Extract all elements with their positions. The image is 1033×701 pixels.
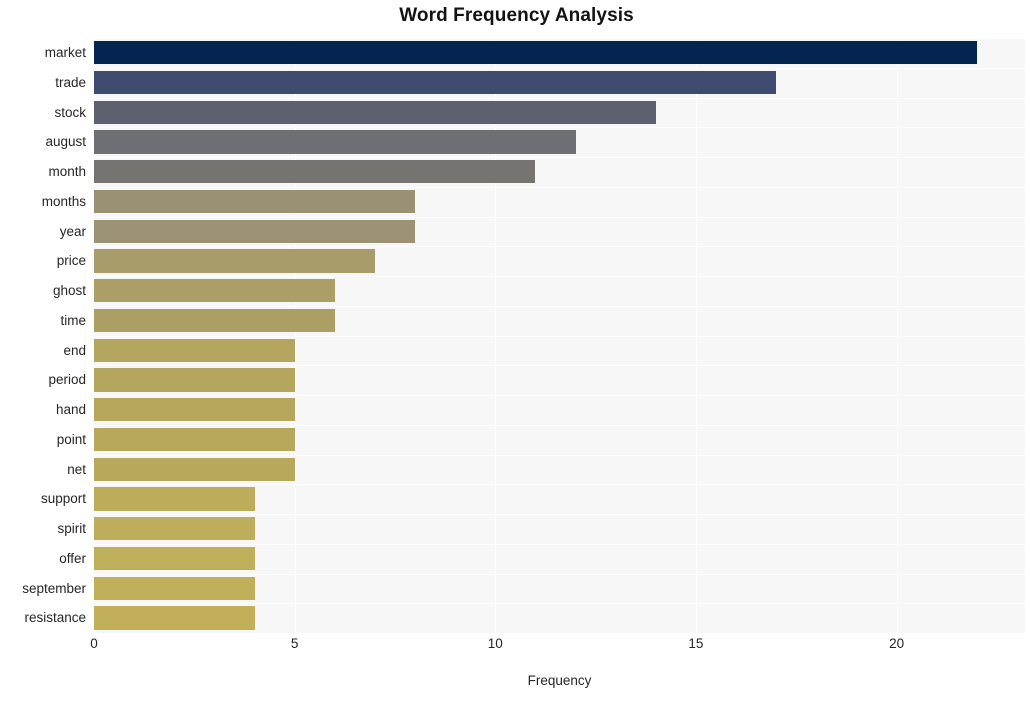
y-tick-label-stock: stock	[54, 104, 86, 120]
bar-offer[interactable]	[94, 546, 255, 570]
bar-support[interactable]	[94, 487, 255, 511]
bar-time[interactable]	[94, 308, 335, 332]
bar-row	[94, 187, 1025, 217]
bar-row	[94, 365, 1025, 395]
bar-row	[94, 514, 1025, 544]
y-tick-label-august: august	[45, 134, 86, 150]
y-tick-label-september: september	[22, 580, 86, 596]
bar-row	[94, 38, 1025, 68]
bar-trade[interactable]	[94, 70, 777, 94]
bar-spirit[interactable]	[94, 517, 255, 541]
bar-months[interactable]	[94, 189, 416, 213]
bar-row	[94, 157, 1025, 187]
bar-price[interactable]	[94, 249, 375, 273]
x-tick-label-5: 5	[290, 636, 299, 651]
bar-point[interactable]	[94, 427, 295, 451]
y-tick-label-resistance: resistance	[24, 610, 86, 626]
y-tick-label-hand: hand	[55, 402, 86, 417]
bar-month[interactable]	[94, 160, 536, 184]
y-tick-label-spirit: spirit	[57, 521, 86, 536]
y-tick-label-month: month	[48, 164, 86, 179]
word-frequency-chart: Word Frequency Analysis market trade stock…	[0, 0, 1033, 701]
y-tick-label-market: market	[44, 45, 86, 60]
chart-title: Word Frequency Analysis	[399, 5, 634, 26]
x-tick-label-20: 20	[889, 636, 905, 651]
bar-row	[94, 336, 1025, 366]
plot-area	[94, 38, 1025, 633]
bar-period[interactable]	[94, 368, 295, 392]
y-tick-label-offer: offer	[59, 550, 86, 566]
bar-hand[interactable]	[94, 398, 295, 422]
bar-row	[94, 544, 1025, 574]
bar-net[interactable]	[94, 457, 295, 481]
bar-row	[94, 395, 1025, 425]
bar-row	[94, 574, 1025, 604]
y-tick-label-period: period	[48, 372, 86, 388]
x-tick-label-15: 15	[688, 636, 704, 651]
bar-august[interactable]	[94, 130, 576, 154]
bar-row	[94, 246, 1025, 276]
bar-end[interactable]	[94, 338, 295, 362]
bar-row	[94, 68, 1025, 98]
y-tick-label-ghost: ghost	[52, 283, 86, 298]
bar-market[interactable]	[94, 41, 977, 65]
bar-row	[94, 425, 1025, 455]
bar-row	[94, 217, 1025, 247]
bar-september[interactable]	[94, 576, 255, 600]
bar-row	[94, 127, 1025, 157]
y-axis-tick-labels: market trade stock august month months year pri…	[0, 38, 86, 633]
y-tick-label-point: point	[56, 431, 86, 447]
y-tick-label-months: months	[41, 193, 86, 209]
bar-row	[94, 306, 1025, 336]
bar-stock[interactable]	[94, 100, 656, 124]
y-tick-label-support: support	[40, 491, 86, 507]
bar-row	[94, 455, 1025, 485]
bar-row	[94, 484, 1025, 514]
x-axis-title: Frequency	[527, 673, 592, 688]
y-tick-label-trade: trade	[55, 74, 86, 90]
bar-row	[94, 276, 1025, 306]
y-tick-label-net: net	[67, 461, 86, 477]
x-tick-label-0: 0	[90, 636, 98, 651]
x-tick-label-10: 10	[487, 636, 503, 651]
y-tick-label-price: price	[56, 253, 86, 269]
bar-ghost[interactable]	[94, 279, 335, 303]
bar-row	[94, 603, 1025, 633]
y-tick-label-year: year	[59, 223, 86, 239]
bar-row	[94, 98, 1025, 128]
bar-year[interactable]	[94, 219, 416, 243]
y-tick-label-end: end	[63, 342, 86, 358]
x-axis-tick-labels: 0 5 10 15 20	[0, 636, 1033, 662]
bar-resistance[interactable]	[94, 606, 255, 630]
y-tick-label-time: time	[60, 312, 86, 328]
